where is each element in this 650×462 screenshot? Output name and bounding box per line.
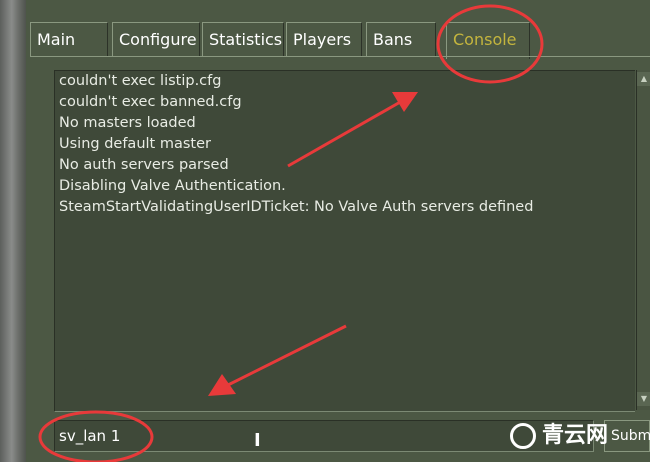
highlight-ellipse-command <box>38 410 154 462</box>
arrow-to-console-tab <box>287 92 418 168</box>
arrow-to-command-input <box>208 324 347 396</box>
highlight-ellipse-console-tab <box>436 4 544 84</box>
annotation-overlay <box>38 4 544 462</box>
